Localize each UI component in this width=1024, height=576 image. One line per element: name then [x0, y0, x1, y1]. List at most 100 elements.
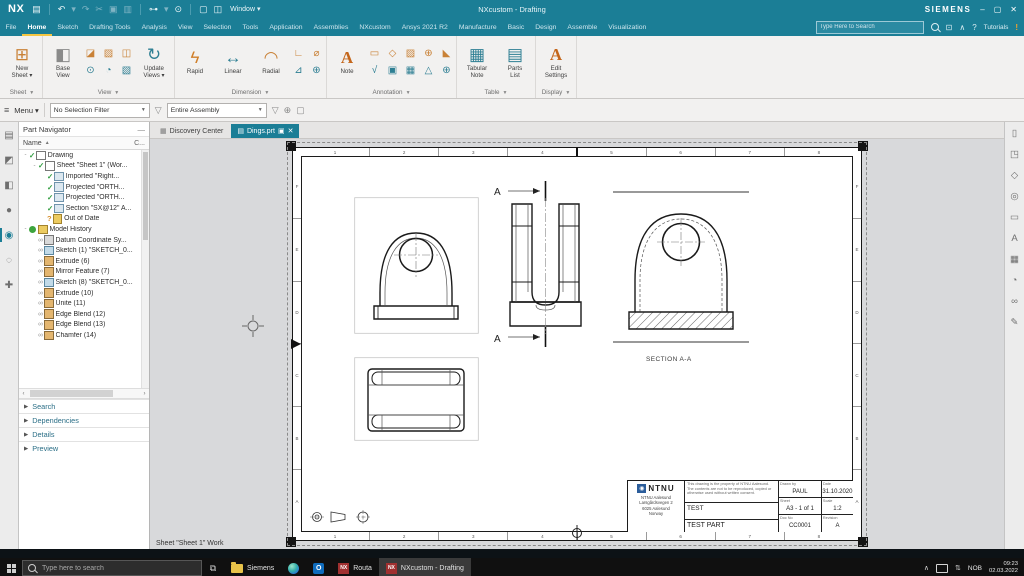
- language-indicator[interactable]: NOB: [968, 565, 982, 572]
- key-shortcuts-icon[interactable]: ⊶: [149, 4, 158, 15]
- dropdown-icon[interactable]: ▾: [164, 4, 169, 15]
- history-icon[interactable]: ◌: [2, 253, 16, 267]
- selection-filter-dropdown[interactable]: No Selection Filter ▼: [49, 102, 150, 118]
- window-menu[interactable]: Window ▾: [230, 5, 260, 13]
- tabular-note-button[interactable]: ▦ Tabular Note: [459, 45, 495, 80]
- visibility-glasses-icon[interactable]: ∞: [38, 237, 43, 244]
- network-icon[interactable]: ⇅: [955, 564, 961, 572]
- tree-expander[interactable]: -: [31, 163, 38, 169]
- ribbon-tab-application[interactable]: Application: [264, 18, 308, 36]
- tree-row[interactable]: - ✓ Sheet "Sheet 1" (Wor...: [19, 161, 141, 172]
- front-view[interactable]: [354, 197, 479, 334]
- selection-scope-dropdown[interactable]: Entire Assembly ▼: [166, 102, 267, 118]
- tree-row[interactable]: ✓ Projected "ORTH...: [19, 192, 141, 203]
- visibility-glasses-icon[interactable]: ∞: [38, 258, 43, 265]
- ribbon-group-label-display[interactable]: Display ▼: [538, 87, 574, 98]
- sketch-curve-icon[interactable]: ✎: [1008, 315, 1022, 329]
- datum-feature-symbol-icon[interactable]: ◇: [385, 46, 400, 61]
- document-tab-discovery-center[interactable]: ▦ Discovery Center: [154, 124, 229, 138]
- ribbon-tab-manufacture[interactable]: Manufacture: [453, 18, 502, 36]
- assembly-navigator-icon[interactable]: ▤: [2, 128, 16, 142]
- tree-expander[interactable]: -: [22, 226, 29, 232]
- taskbar-item-siemens[interactable]: Siemens: [224, 558, 281, 576]
- collapse-panel-icon[interactable]: —: [138, 125, 146, 134]
- tree-row[interactable]: ∞ Unite (11): [19, 298, 141, 309]
- visibility-glasses-icon[interactable]: ∞: [38, 279, 43, 286]
- new-sheet-tool-icon[interactable]: ◇: [1008, 168, 1022, 182]
- break-view-icon[interactable]: ◫: [119, 46, 134, 61]
- tree-row[interactable]: ? Out of Date: [19, 214, 141, 225]
- tree-expander[interactable]: -: [22, 152, 29, 158]
- scope-filter-icon[interactable]: ▽: [272, 105, 279, 116]
- ribbon-group-label-annotation[interactable]: Annotation ▼: [329, 87, 454, 98]
- taskbar-search[interactable]: [22, 560, 202, 576]
- tutorials-link[interactable]: Tutorials: [984, 24, 1009, 31]
- ribbon-tab-assemblies[interactable]: Assemblies: [308, 18, 354, 36]
- visibility-glasses-icon[interactable]: ∞: [38, 268, 43, 275]
- weld-symbol-icon[interactable]: ◣: [439, 46, 454, 61]
- section-line-icon[interactable]: ▨: [101, 46, 116, 61]
- export-drawing-icon[interactable]: ▯: [1008, 126, 1022, 140]
- center-mark-icon[interactable]: ⊕: [439, 63, 454, 78]
- tree-row[interactable]: ∞ Edge Blend (12): [19, 309, 141, 320]
- visibility-glasses-icon[interactable]: ∞: [38, 332, 43, 339]
- show-and-hide-icon[interactable]: ∞: [1008, 294, 1022, 308]
- document-tab-dings-prt[interactable]: ▤ Dings.prt ▣ ✕: [231, 124, 300, 138]
- navigator-column-header[interactable]: Name ▲ C...: [19, 137, 149, 150]
- close-button[interactable]: ✕: [1010, 5, 1017, 14]
- web-browser-icon[interactable]: ◉: [0, 228, 16, 242]
- minimize-ribbon-icon[interactable]: ∧: [959, 23, 965, 32]
- ribbon-group-label-view[interactable]: View ▼: [45, 87, 172, 98]
- tree-row[interactable]: ∞ Chamfer (14): [19, 330, 141, 341]
- command-search-input[interactable]: [815, 20, 924, 34]
- tabular-note-tool-icon[interactable]: ▦: [1008, 252, 1022, 266]
- highlight-icon[interactable]: ⊕: [284, 105, 292, 116]
- snap-point-icon[interactable]: ▢: [296, 105, 305, 116]
- visibility-glasses-icon[interactable]: ∞: [38, 290, 43, 297]
- view-window-icon[interactable]: ▭: [1008, 210, 1022, 224]
- touch-mode-icon[interactable]: ▢: [199, 4, 208, 15]
- tree-row[interactable]: ∞ Datum Coordinate Sy...: [19, 235, 141, 246]
- feature-control-frame-icon[interactable]: ▣: [385, 63, 400, 78]
- tray-chevron-icon[interactable]: ∧: [924, 564, 929, 572]
- note-tool-icon[interactable]: A: [1008, 231, 1022, 245]
- redo-icon[interactable]: ↷: [82, 4, 90, 15]
- ribbon-tab-file[interactable]: File: [0, 18, 22, 36]
- base-view-tool-icon[interactable]: ◎: [1008, 189, 1022, 203]
- drawing-sheet[interactable]: 12345678 12345678 FEDCBA FEDCBA A A SECT…: [286, 141, 868, 547]
- help-icon[interactable]: ?: [972, 23, 976, 32]
- view-boundary-icon[interactable]: ▧: [119, 63, 134, 78]
- ribbon-group-label-dimension[interactable]: Dimension ▼: [177, 87, 324, 98]
- window-layout-icon[interactable]: ◫: [214, 4, 223, 15]
- edit-settings-button[interactable]: A Edit Settings: [538, 45, 574, 80]
- update-views-button[interactable]: ↻ Update Views ▾: [136, 45, 172, 80]
- undo-icon[interactable]: ↶: [58, 4, 66, 15]
- taskbar-item-outlook[interactable]: O: [306, 558, 331, 576]
- tree-row[interactable]: ∞ Extrude (6): [19, 256, 141, 267]
- balloon-icon[interactable]: ▭: [367, 46, 382, 61]
- close-tab-icon[interactable]: ✕: [288, 127, 294, 135]
- navigator-section-search[interactable]: ▶ Search: [19, 399, 149, 413]
- intersection-symbol-icon[interactable]: △: [421, 63, 436, 78]
- projected-view-icon[interactable]: ◪: [83, 46, 98, 61]
- ribbon-group-label-sheet[interactable]: Sheet ▼: [4, 87, 40, 98]
- zoom-magnifier-icon[interactable]: ◔: [1008, 273, 1022, 287]
- touch-keyboard-icon[interactable]: [936, 563, 949, 573]
- menu-button[interactable]: Menu ▾: [14, 106, 39, 115]
- tree-row[interactable]: - Model History: [19, 224, 141, 235]
- constraint-navigator-icon[interactable]: ◩: [2, 153, 16, 167]
- note-button[interactable]: A Note: [329, 48, 365, 76]
- command-finder-icon[interactable]: ⊙: [175, 4, 183, 15]
- crosshatch-icon[interactable]: ▨: [403, 46, 418, 61]
- ribbon-tab-analysis[interactable]: Analysis: [136, 18, 172, 36]
- image-icon[interactable]: ▦: [403, 63, 418, 78]
- graphics-window[interactable]: 12345678 12345678 FEDCBA FEDCBA A A SECT…: [150, 139, 1004, 549]
- tree-row[interactable]: ✓ Imported "Right...: [19, 171, 141, 182]
- taskbar-clock[interactable]: 09:23 02.03.2022: [989, 561, 1018, 575]
- tree-row[interactable]: - ✓ Drawing: [19, 150, 141, 161]
- radial-dimension-button[interactable]: ◠ Radial: [253, 48, 289, 76]
- minimize-button[interactable]: –: [980, 5, 984, 14]
- tree-row[interactable]: ✓ Section "SX@12" A...: [19, 203, 141, 214]
- visibility-glasses-icon[interactable]: ∞: [38, 311, 43, 318]
- visibility-glasses-icon[interactable]: ∞: [38, 321, 43, 328]
